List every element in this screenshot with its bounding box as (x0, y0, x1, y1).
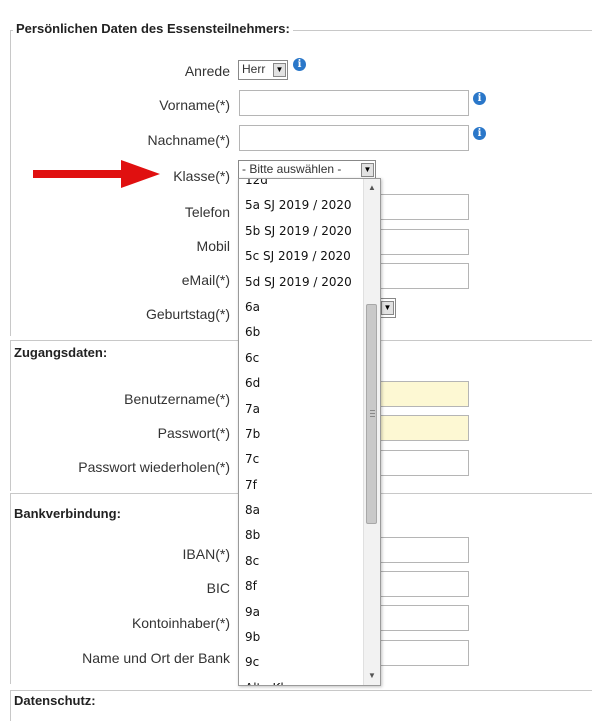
anrede-select[interactable]: Herr ▼ (238, 60, 288, 80)
geburtstag-label: Geburtstag(*) (145, 306, 230, 322)
info-icon[interactable]: i (473, 92, 486, 105)
mobil-label: Mobil (196, 238, 230, 254)
section-title-access: Zugangsdaten: (11, 345, 111, 360)
dropdown-option[interactable]: 7b (239, 422, 364, 447)
scroll-down-icon[interactable]: ▼ (364, 669, 380, 683)
section-title-bank: Bankverbindung: (11, 506, 124, 521)
dropdown-option[interactable]: 5a SJ 2019 / 2020 (239, 193, 364, 218)
vorname-field[interactable] (239, 90, 469, 116)
kontoinhaber-label: Kontoinhaber(*) (131, 615, 230, 631)
info-icon[interactable]: i (473, 127, 486, 140)
section-title-privacy: Datenschutz: (11, 693, 99, 708)
dropdown-option[interactable]: 6d (239, 371, 364, 396)
dropdown-option[interactable]: 8c (239, 549, 364, 574)
nachname-label: Nachname(*) (147, 132, 230, 148)
scrollbar-thumb[interactable] (366, 304, 377, 524)
klasse-dropdown-list[interactable]: 12d 5a SJ 2019 / 2020 5b SJ 2019 / 2020 … (238, 178, 381, 686)
chevron-down-icon: ▼ (273, 63, 286, 77)
dropdown-option[interactable]: 8b (239, 523, 364, 548)
dropdown-option[interactable]: 6b (239, 320, 364, 345)
klasse-label: Klasse(*) (173, 168, 230, 184)
email-label: eMail(*) (181, 272, 230, 288)
dropdown-option[interactable]: 7c (239, 447, 364, 472)
dropdown-option[interactable]: 12d (239, 179, 364, 193)
dropdown-option[interactable]: 7a (239, 397, 364, 422)
scroll-up-icon[interactable]: ▲ (364, 181, 380, 195)
iban-label: IBAN(*) (182, 546, 230, 562)
anrede-value: Herr (242, 62, 266, 76)
klasse-options: 12d 5a SJ 2019 / 2020 5b SJ 2019 / 2020 … (239, 179, 364, 685)
dropdown-option[interactable]: Alte Klassen (239, 676, 364, 685)
klasse-value: - Bitte auswählen - (242, 162, 342, 176)
dropdown-option[interactable]: 6c (239, 346, 364, 371)
dropdown-option[interactable]: 5c SJ 2019 / 2020 (239, 244, 364, 269)
telefon-label: Telefon (184, 204, 230, 220)
bankname-label: Name und Ort der Bank (82, 650, 230, 666)
bic-label: BIC (206, 580, 230, 596)
dropdown-option[interactable]: 5d SJ 2019 / 2020 (239, 270, 364, 295)
info-icon[interactable]: i (293, 58, 306, 71)
dropdown-option[interactable]: 9b (239, 625, 364, 650)
dropdown-option[interactable]: 9c (239, 650, 364, 675)
anrede-label: Anrede (184, 63, 230, 79)
chevron-down-icon: ▼ (361, 163, 374, 177)
dropdown-option[interactable]: 6a (239, 295, 364, 320)
section-title-personal: Persönlichen Daten des Essensteilnehmers… (13, 21, 293, 36)
benutzername-label: Benutzername(*) (124, 391, 230, 407)
dropdown-option[interactable]: 8f (239, 574, 364, 599)
vorname-label: Vorname(*) (159, 97, 230, 113)
nachname-field[interactable] (239, 125, 469, 151)
passwort-label: Passwort(*) (157, 425, 230, 441)
dropdown-option[interactable]: 8a (239, 498, 364, 523)
passwort-wiederholen-label: Passwort wiederholen(*) (78, 459, 230, 475)
dropdown-option[interactable]: 5b SJ 2019 / 2020 (239, 219, 364, 244)
dropdown-option[interactable]: 9a (239, 600, 364, 625)
dropdown-option[interactable]: 7f (239, 473, 364, 498)
dropdown-scrollbar[interactable]: ▲ ▼ (363, 179, 380, 685)
klasse-select[interactable]: - Bitte auswählen - ▼ (238, 160, 376, 180)
chevron-down-icon: ▼ (381, 301, 394, 315)
